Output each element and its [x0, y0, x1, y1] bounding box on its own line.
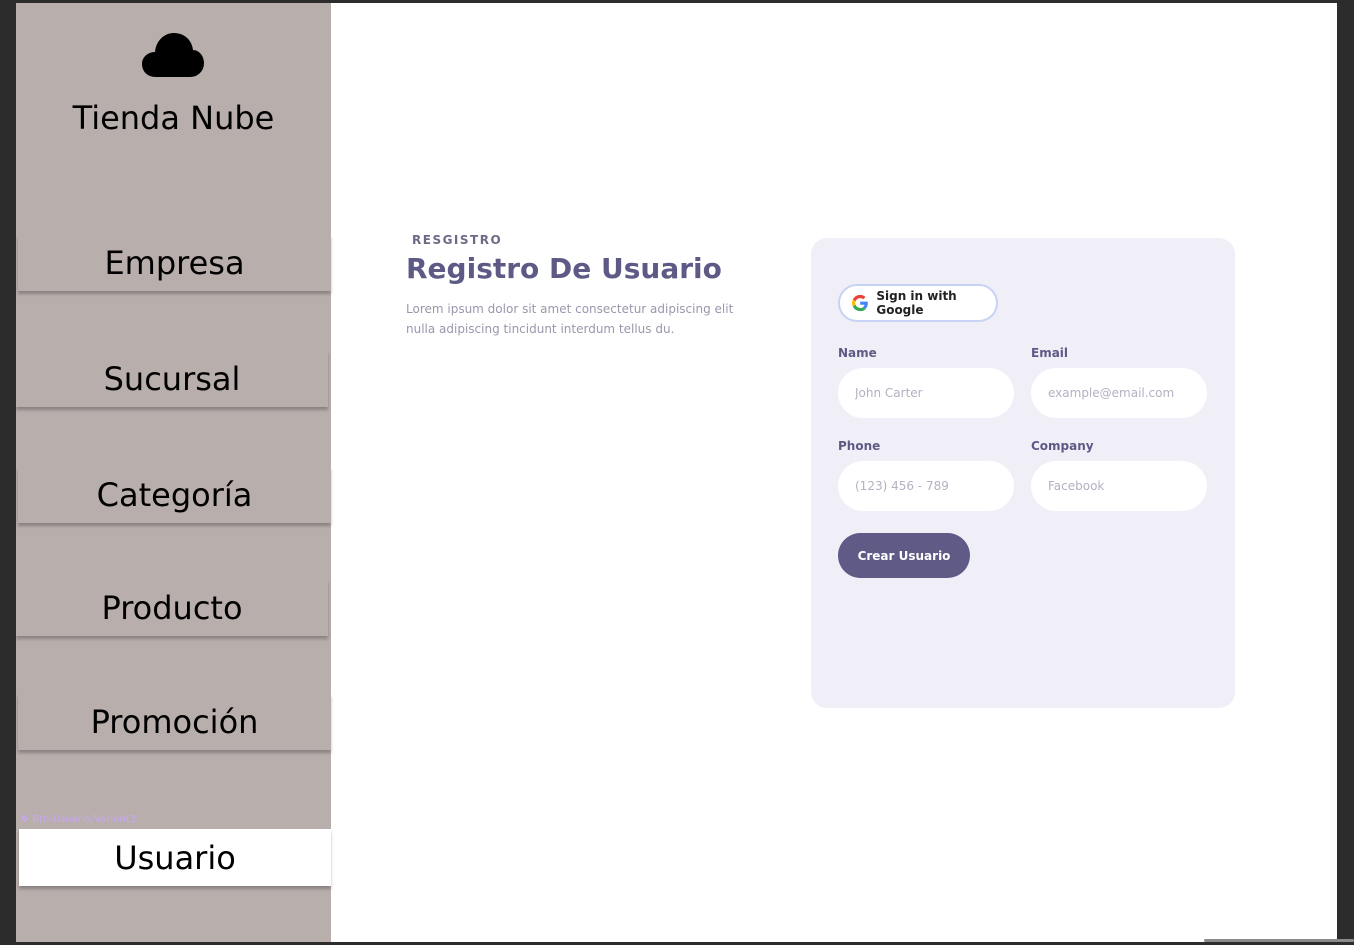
nav-item-promocion[interactable]: Promoción	[18, 694, 331, 750]
horizontal-scrollbar[interactable]	[1204, 939, 1354, 942]
nav-item-usuario[interactable]: Usuario	[19, 829, 331, 886]
nav-item-empresa[interactable]: Empresa	[18, 235, 331, 291]
email-field[interactable]	[1031, 368, 1207, 418]
nav-item-categoria[interactable]: Categoría	[18, 467, 331, 523]
nav-item-producto[interactable]: Producto	[16, 580, 328, 636]
brand-name: Tienda Nube	[72, 99, 275, 137]
section-kicker: RESGISTRO	[412, 233, 503, 247]
page-title: Registro De Usuario	[406, 252, 722, 285]
sidebar: Tienda Nube Empresa Sucursal Categoría P…	[16, 3, 331, 942]
phone-field[interactable]	[838, 461, 1014, 511]
google-icon	[852, 294, 868, 312]
app-frame: Tienda Nube Empresa Sucursal Categoría P…	[16, 3, 1337, 942]
phone-label: Phone	[838, 439, 881, 453]
google-signin-button[interactable]: Sign in with Google	[838, 284, 998, 322]
name-field[interactable]	[838, 368, 1014, 418]
email-label: Email	[1031, 346, 1069, 360]
page-description: Lorem ipsum dolor sit amet consectetur a…	[406, 302, 734, 336]
registration-card: Sign in with Google Name Email Phone Com…	[811, 238, 1235, 708]
nav-item-sucursal[interactable]: Sucursal	[16, 351, 328, 407]
cloud-icon	[142, 33, 204, 77]
component-variant-label: ❖ Btn-Usuario/Variant3	[20, 814, 137, 825]
name-label: Name	[838, 346, 877, 360]
create-user-button[interactable]: Crear Usuario	[838, 533, 970, 578]
company-label: Company	[1031, 439, 1094, 453]
company-field[interactable]	[1031, 461, 1207, 511]
google-signin-label: Sign in with Google	[876, 289, 957, 317]
